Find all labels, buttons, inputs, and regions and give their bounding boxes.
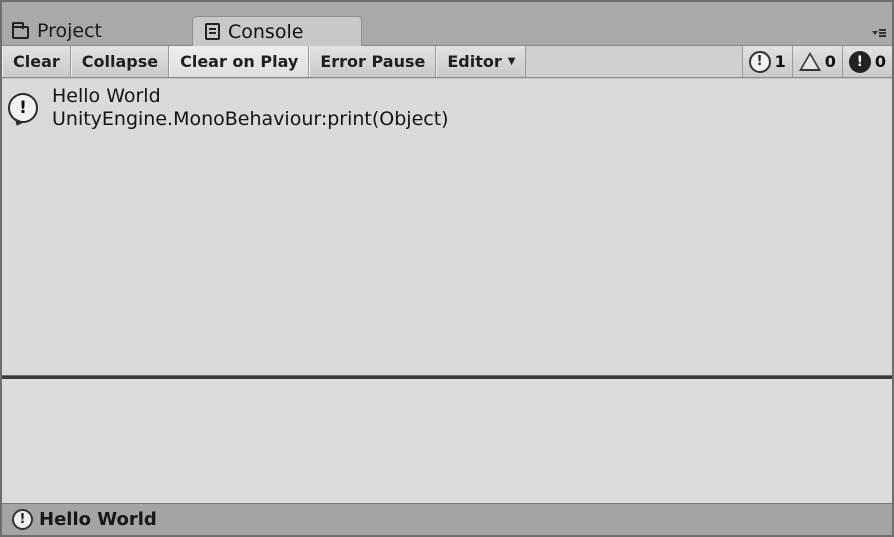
log-entry-text: Hello World UnityEngine.MonoBehaviour:pr…: [52, 85, 449, 131]
log-list[interactable]: ! Hello World UnityEngine.MonoBehaviour:…: [2, 79, 892, 375]
status-info-icon: !: [12, 509, 33, 530]
error-pause-button[interactable]: Error Pause: [309, 46, 437, 77]
warning-count: 0: [824, 52, 836, 71]
clear-on-play-button[interactable]: Clear on Play: [169, 46, 310, 77]
log-detail-pane[interactable]: [2, 379, 892, 503]
tab-bar: Project Console: [2, 2, 892, 46]
caret-down-icon: ▼: [507, 56, 516, 67]
status-bar[interactable]: ! Hello World: [2, 503, 892, 535]
console-toolbar: Clear Collapse Clear on Play Error Pause…: [2, 46, 892, 78]
console-icon: [205, 23, 220, 40]
panel-menu-icon[interactable]: [872, 26, 886, 38]
log-count-toggle[interactable]: ! 1: [741, 46, 792, 77]
error-count-toggle[interactable]: ! 0: [841, 46, 892, 77]
warning-icon: [798, 52, 821, 71]
editor-dropdown[interactable]: Editor ▼: [436, 46, 527, 77]
editor-dropdown-label: Editor: [447, 52, 502, 71]
console-window: Project Console Clear Collapse Clear on …: [0, 0, 894, 537]
error-count: 0: [874, 52, 886, 71]
info-message-icon: !: [8, 93, 38, 123]
warning-count-toggle[interactable]: 0: [791, 46, 842, 77]
tab-project-label: Project: [37, 20, 103, 42]
collapse-button[interactable]: Collapse: [70, 46, 170, 77]
tab-console-label: Console: [228, 20, 304, 43]
log-message: Hello World: [52, 85, 161, 107]
info-icon: !: [748, 50, 771, 73]
clear-button[interactable]: Clear: [2, 46, 71, 77]
folder-icon: [12, 21, 29, 39]
log-entry[interactable]: ! Hello World UnityEngine.MonoBehaviour:…: [8, 85, 449, 131]
error-icon: !: [848, 50, 871, 73]
status-text: Hello World: [39, 509, 157, 530]
tab-console[interactable]: Console: [192, 16, 362, 46]
tab-project[interactable]: Project: [12, 16, 182, 46]
log-count: 1: [774, 52, 786, 71]
log-stack: UnityEngine.MonoBehaviour:print(Object): [52, 108, 449, 130]
